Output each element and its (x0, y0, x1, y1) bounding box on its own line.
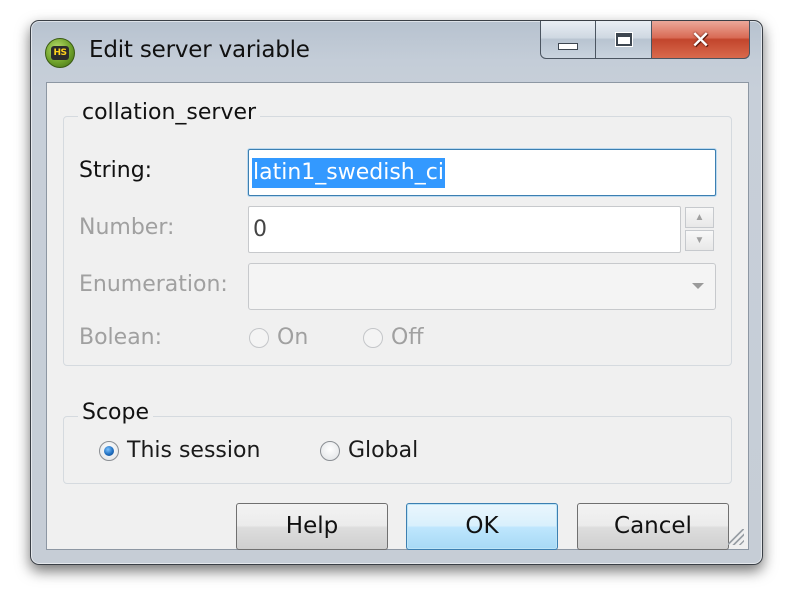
cancel-button[interactable]: Cancel (577, 503, 729, 550)
spin-up-button[interactable]: ▲ (685, 207, 714, 228)
enumeration-dropdown[interactable] (248, 263, 716, 310)
edit-server-variable-dialog: HS Edit server variable ✕ collation_serv… (30, 20, 763, 565)
maximize-icon (614, 32, 633, 47)
heidisql-app-icon[interactable]: HS (45, 38, 75, 68)
ok-button[interactable]: OK (406, 503, 558, 550)
boolean-on-label: On (277, 325, 309, 350)
number-label: Number: (79, 215, 175, 240)
minimize-button[interactable] (540, 21, 596, 59)
boolean-off-label: Off (391, 325, 424, 350)
close-icon: ✕ (690, 25, 711, 54)
radio-icon (249, 327, 269, 348)
dialog-client-area: collation_server String: latin1_swedish_… (46, 82, 749, 550)
caption-buttons: ✕ (540, 21, 750, 61)
variable-name-caption: collation_server (78, 100, 261, 125)
maximize-button[interactable] (596, 21, 652, 59)
global-label: Global (348, 438, 419, 463)
string-input[interactable]: latin1_swedish_ci (248, 149, 716, 196)
radio-icon (99, 440, 119, 461)
number-spinner[interactable]: ▲ ▼ (685, 207, 714, 253)
window-title: Edit server variable (89, 37, 310, 63)
string-input-value: latin1_swedish_ci (252, 157, 445, 188)
spin-down-button[interactable]: ▼ (685, 230, 714, 251)
string-label: String: (79, 158, 153, 183)
radio-icon (320, 440, 340, 461)
chevron-down-icon (692, 283, 704, 289)
number-input[interactable]: 0 (248, 206, 681, 253)
enumeration-label: Enumeration: (79, 272, 228, 297)
minimize-icon (558, 43, 578, 50)
close-button[interactable]: ✕ (652, 21, 750, 59)
scope-caption: Scope (78, 400, 154, 425)
boolean-on-radio[interactable]: On (249, 325, 308, 350)
resize-grip-icon[interactable] (728, 529, 744, 545)
boolean-label: Bolean: (79, 325, 163, 350)
title-bar[interactable]: HS Edit server variable ✕ (31, 21, 762, 83)
app-icon-label: HS (51, 46, 69, 60)
help-button[interactable]: Help (236, 503, 388, 550)
global-radio[interactable]: Global (320, 438, 418, 463)
boolean-off-radio[interactable]: Off (363, 325, 423, 350)
this-session-radio[interactable]: This session (99, 438, 260, 463)
radio-icon (363, 327, 383, 348)
number-input-value: 0 (253, 217, 267, 242)
this-session-label: This session (127, 438, 261, 463)
